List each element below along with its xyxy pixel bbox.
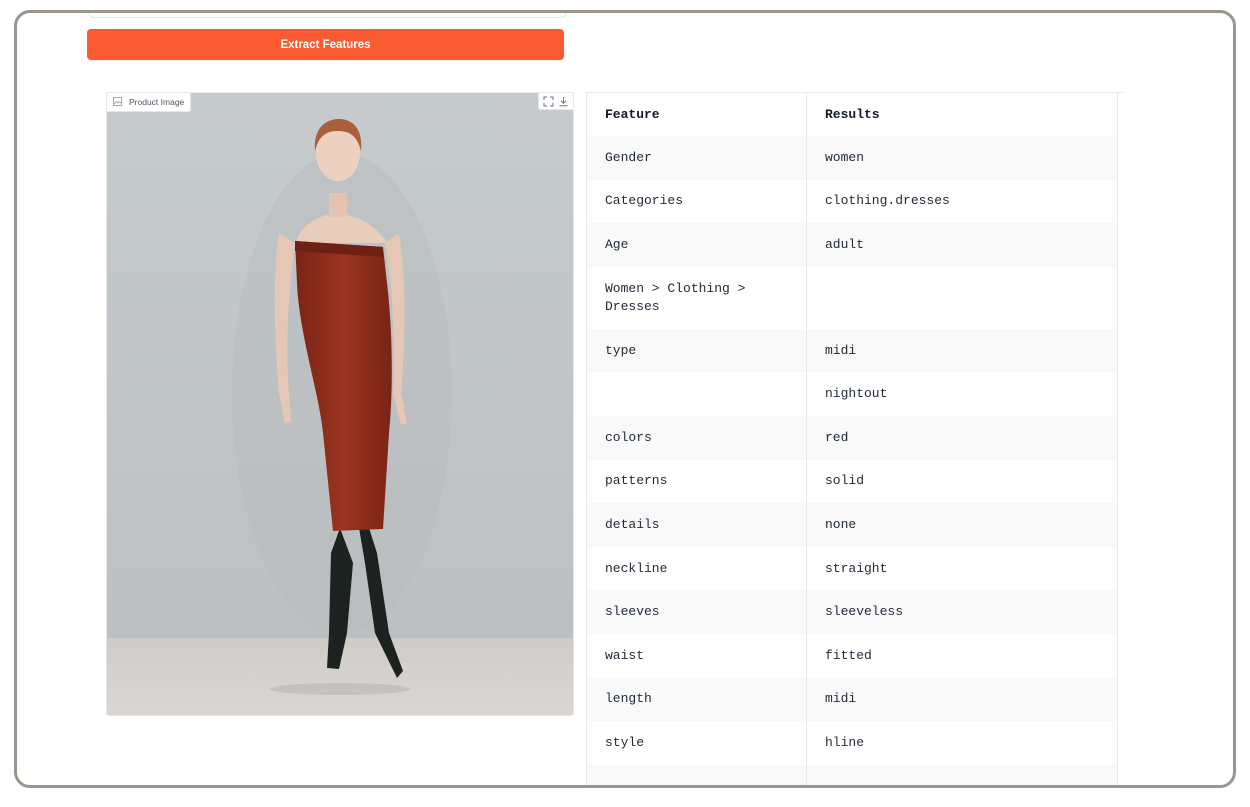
table-row: [586, 764, 1118, 785]
app-window: Extract Features Product Image Feature R…: [14, 10, 1236, 788]
result-cell: adult: [806, 223, 1118, 267]
feature-cell: Women > Clothing > Dresses: [586, 266, 807, 329]
download-icon[interactable]: [558, 96, 569, 107]
table-header-row: Feature Results: [586, 93, 1118, 136]
result-cell: women: [806, 136, 1118, 180]
table-row: colors red: [586, 415, 1118, 460]
feature-cell: sleeves: [586, 590, 807, 634]
header-results: Results: [806, 93, 1118, 136]
image-panel-label-text: Product Image: [129, 97, 185, 107]
result-cell: fitted: [806, 633, 1118, 678]
table-row: patterns solid: [586, 459, 1118, 504]
table-row: Age adult: [586, 223, 1118, 267]
feature-cell: Gender: [586, 136, 807, 180]
features-table-container[interactable]: Feature Results Gender women Categories cl…: [586, 92, 1123, 785]
feature-cell: [586, 372, 807, 416]
image-toolbar: [538, 93, 573, 110]
text-input-edge[interactable]: [88, 13, 567, 18]
feature-cell: colors: [586, 415, 807, 460]
table-row: details none: [586, 503, 1118, 547]
result-cell: midi: [806, 328, 1118, 373]
result-cell: sleeveless: [806, 590, 1118, 634]
header-feature: Feature: [586, 93, 807, 136]
result-cell: red: [806, 415, 1118, 460]
product-photo: [107, 93, 573, 715]
result-cell: solid: [806, 459, 1118, 504]
table-row: type midi: [586, 328, 1118, 373]
image-panel-label: Product Image: [107, 93, 192, 112]
feature-cell: details: [586, 503, 807, 547]
table-row: waist fitted: [586, 633, 1118, 678]
feature-cell: Age: [586, 223, 807, 267]
feature-cell: neckline: [586, 546, 807, 591]
table-row: neckline straight: [586, 546, 1118, 591]
feature-cell: length: [586, 677, 807, 722]
product-image-panel: Product Image: [106, 92, 574, 716]
result-cell: midi: [806, 677, 1118, 722]
feature-cell: style: [586, 721, 807, 765]
table-row: length midi: [586, 677, 1118, 722]
table-row: Gender women: [586, 136, 1118, 180]
feature-cell: Categories: [586, 179, 807, 224]
result-cell: clothing.dresses: [806, 179, 1118, 224]
table-row: Categories clothing.dresses: [586, 179, 1118, 224]
feature-cell: [586, 764, 807, 785]
feature-cell: patterns: [586, 459, 807, 504]
result-cell: [806, 266, 1118, 329]
result-cell: none: [806, 503, 1118, 547]
features-table: Feature Results Gender women Categories cl…: [586, 93, 1118, 785]
fullscreen-icon[interactable]: [543, 96, 554, 107]
feature-cell: type: [586, 328, 807, 373]
extract-features-button[interactable]: Extract Features: [87, 29, 564, 60]
result-cell: nightout: [806, 372, 1118, 416]
feature-cell: waist: [586, 633, 807, 678]
image-icon: [113, 96, 124, 108]
table-row: style hline: [586, 721, 1118, 765]
table-row: nightout: [586, 372, 1118, 416]
table-row: sleeves sleeveless: [586, 590, 1118, 634]
result-cell: hline: [806, 721, 1118, 765]
result-cell: straight: [806, 546, 1118, 591]
table-row: Women > Clothing > Dresses: [586, 266, 1118, 329]
result-cell: [806, 764, 1118, 785]
